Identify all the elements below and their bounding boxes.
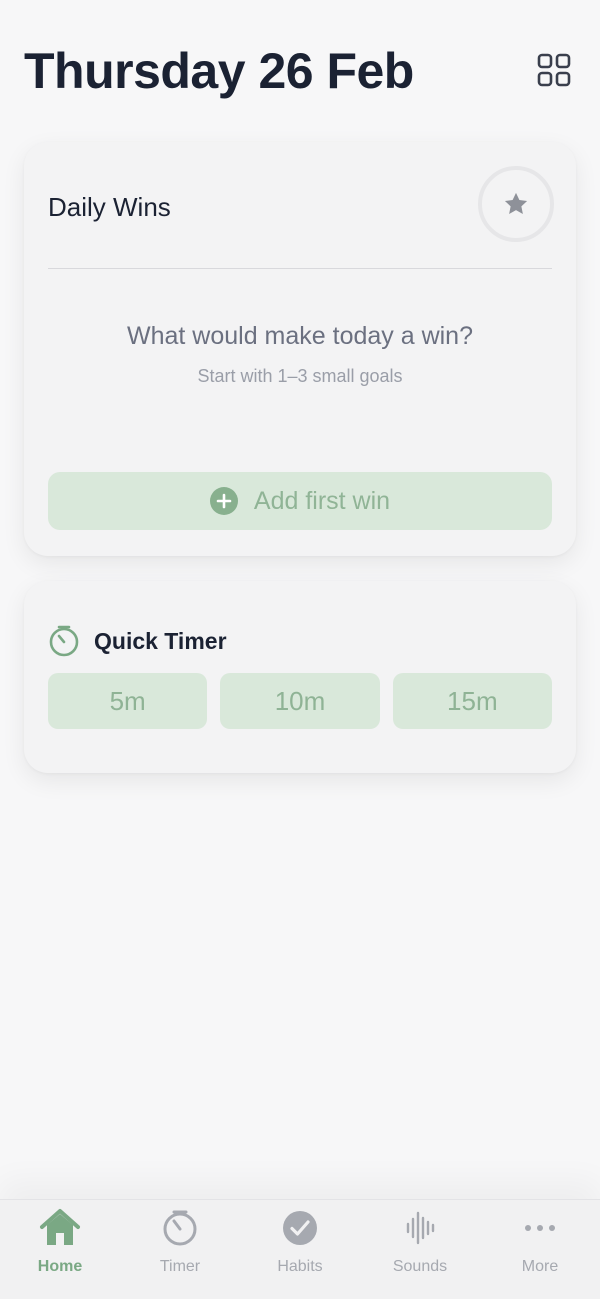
- tab-sounds[interactable]: Sounds: [360, 1200, 480, 1299]
- plus-circle-icon: [209, 487, 238, 515]
- tab-more[interactable]: More: [480, 1200, 600, 1299]
- add-first-win-label: Add first win: [253, 486, 391, 515]
- preset-10m-button[interactable]: 10m: [220, 673, 380, 729]
- more-icon: [517, 1206, 563, 1250]
- preset-15m-button[interactable]: 15m: [392, 673, 552, 729]
- tab-bar: Home Timer Habits Sounds More: [0, 1199, 600, 1299]
- timer-icon: [49, 625, 79, 657]
- tab-home[interactable]: Home: [0, 1200, 120, 1299]
- home-screen: Thursday 26 Feb Daily Wins What would ma…: [0, 0, 600, 1299]
- preset-5m-button[interactable]: 5m: [48, 673, 208, 729]
- grid-icon: [537, 53, 571, 87]
- star-button[interactable]: [478, 166, 554, 242]
- empty-state-prompt: What would make today a win?: [126, 322, 473, 350]
- quick-timer-title: Quick Timer: [94, 627, 227, 654]
- star-icon: [504, 192, 528, 215]
- tab-more-label: More: [521, 1258, 559, 1275]
- divider: [48, 268, 552, 269]
- home-icon: [37, 1206, 83, 1250]
- tab-timer-label: Timer: [159, 1258, 201, 1275]
- tab-home-label: Home: [37, 1258, 83, 1275]
- header: Thursday 26 Feb: [24, 40, 576, 110]
- daily-wins-title: Daily Wins: [48, 192, 171, 222]
- quick-timer-card: Quick Timer 5m 10m 15m: [24, 581, 576, 773]
- grid-view-button[interactable]: [536, 52, 572, 88]
- sound-wave-icon: [397, 1206, 443, 1250]
- daily-wins-card: Daily Wins What would make today a win? …: [24, 142, 576, 556]
- tab-habits[interactable]: Habits: [240, 1200, 360, 1299]
- tab-habits-label: Habits: [277, 1258, 323, 1275]
- tab-timer[interactable]: Timer: [120, 1200, 240, 1299]
- check-circle-icon: [277, 1206, 323, 1250]
- tab-sounds-label: Sounds: [392, 1258, 448, 1275]
- timer-presets: 5m 10m 15m: [48, 673, 552, 729]
- quick-timer-header: Quick Timer: [48, 623, 227, 659]
- timer-icon: [157, 1206, 203, 1250]
- empty-state-hint: Start with 1–3 small goals: [197, 366, 403, 386]
- page-title: Thursday 26 Feb: [24, 43, 414, 99]
- add-first-win-button[interactable]: Add first win: [48, 472, 552, 530]
